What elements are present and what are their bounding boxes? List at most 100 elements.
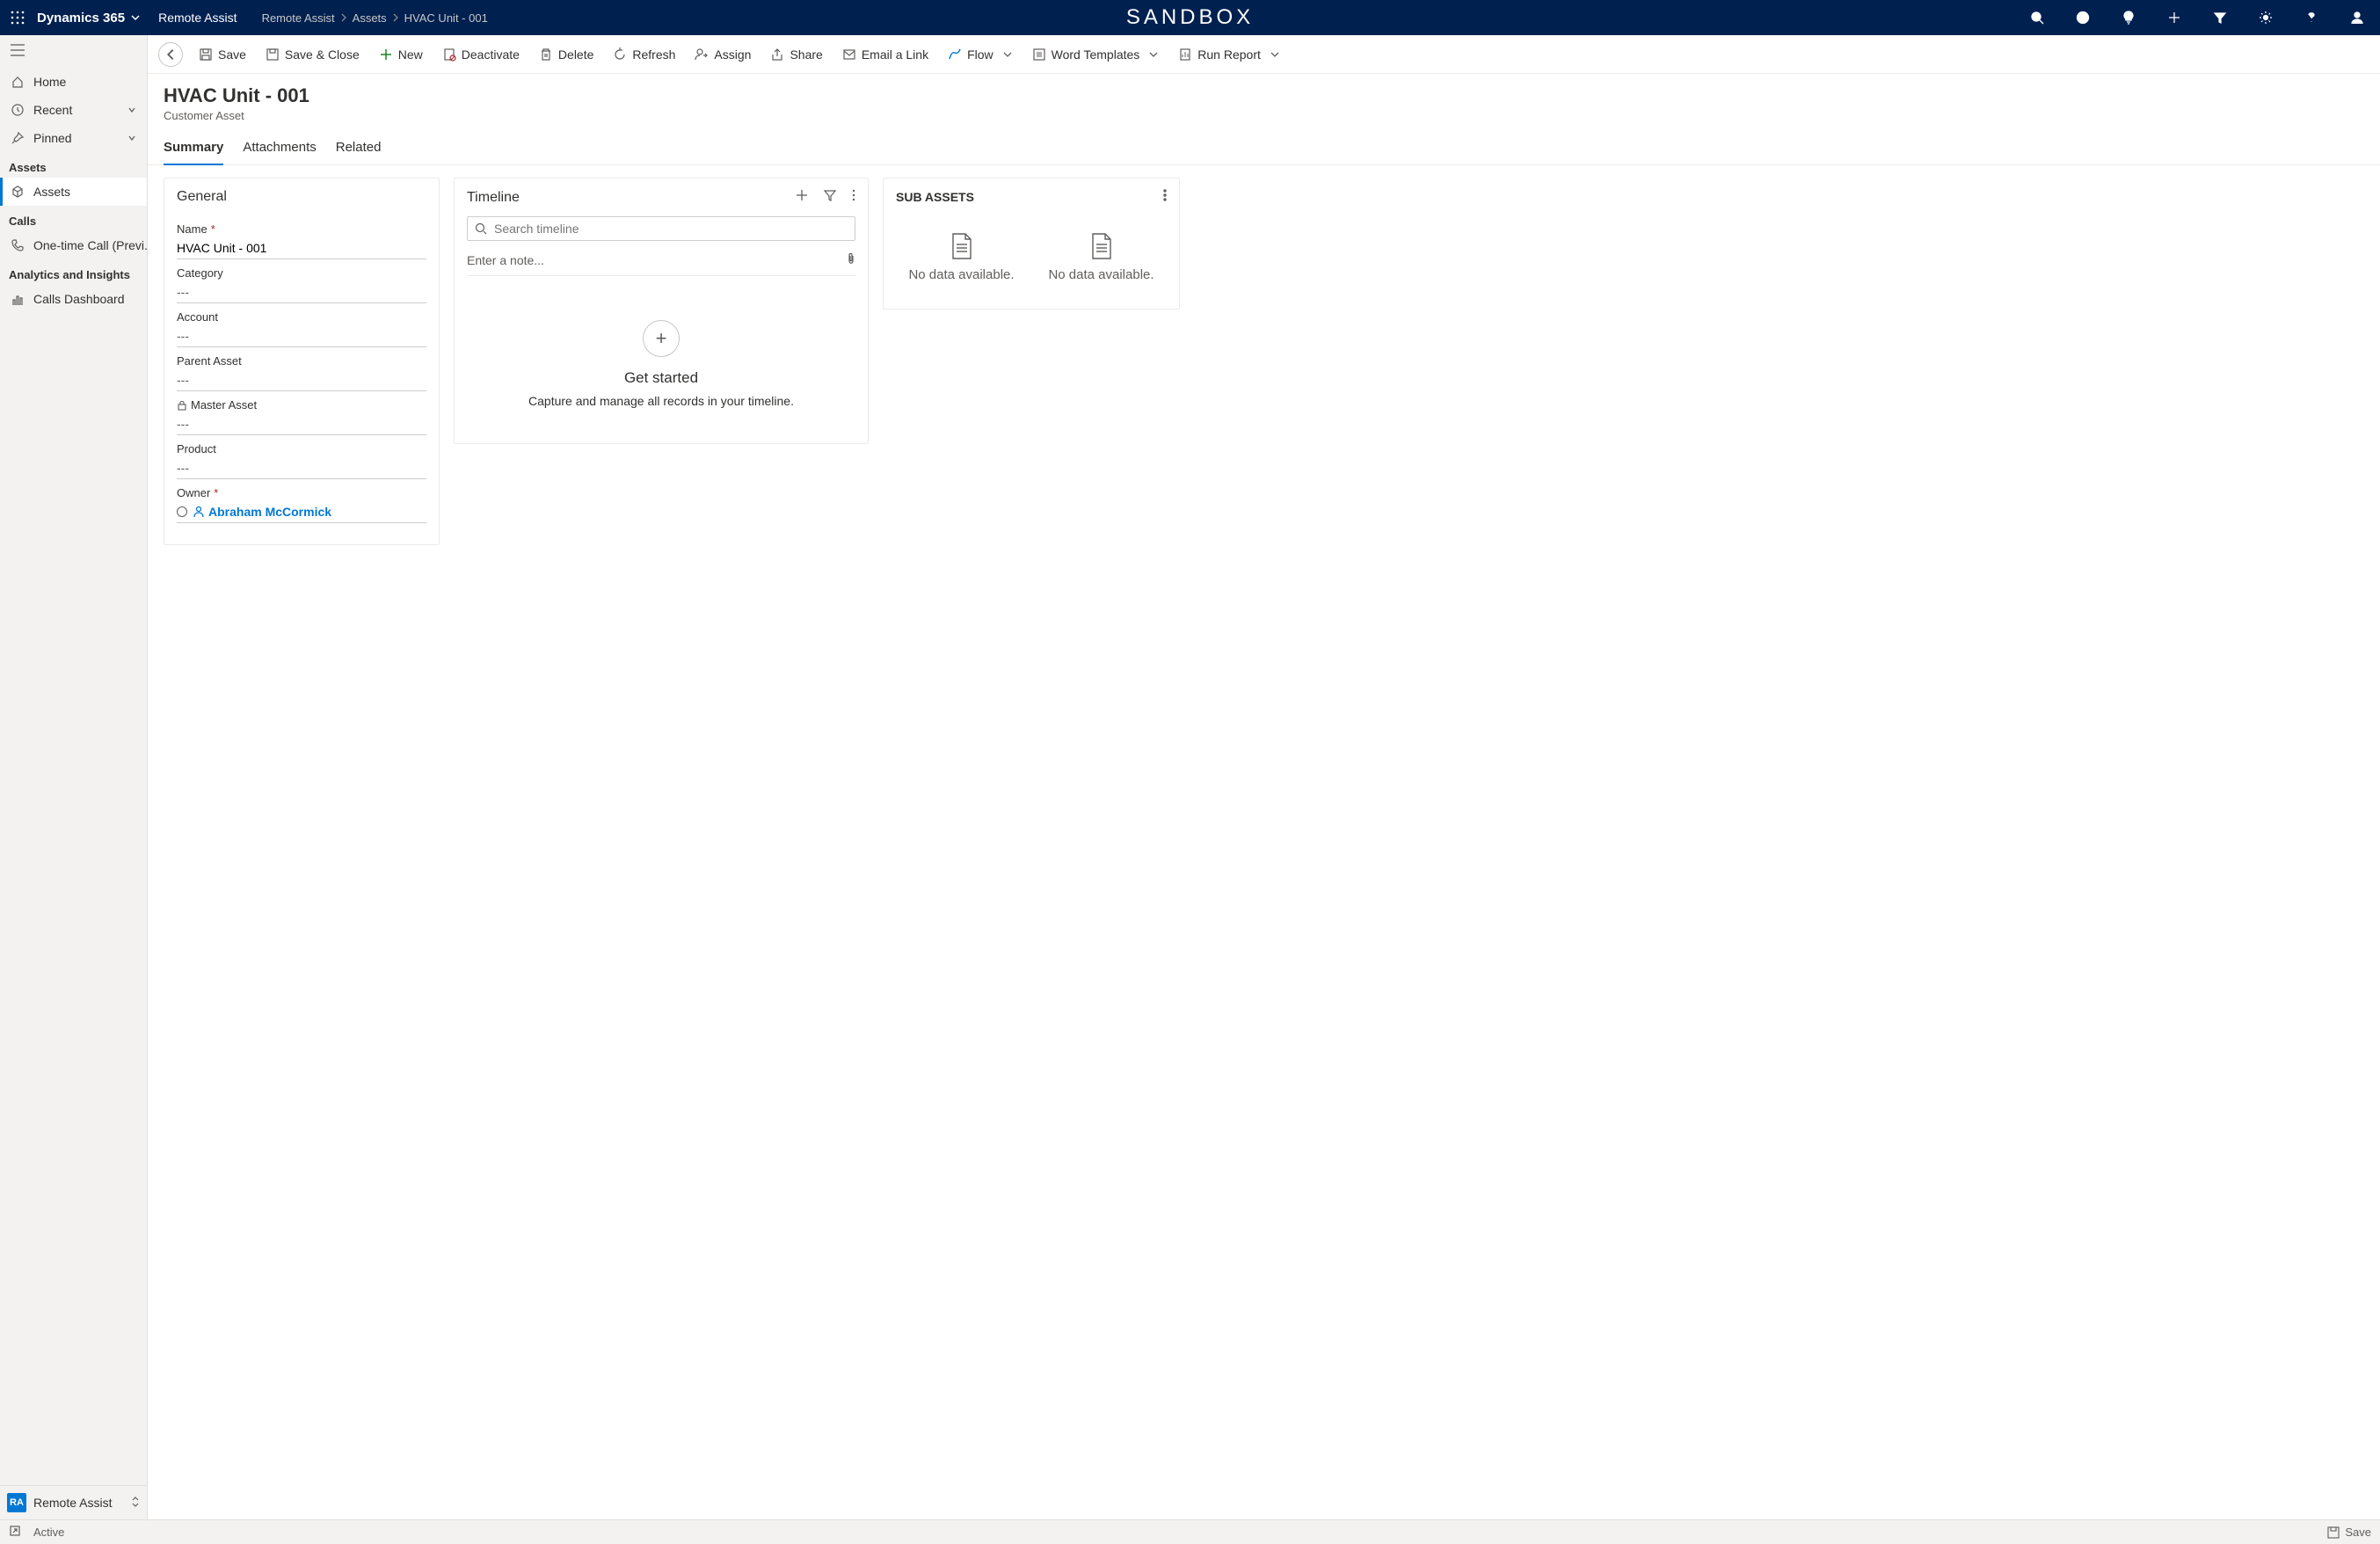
hamburger-icon[interactable] — [0, 35, 147, 68]
tab-related[interactable]: Related — [336, 135, 382, 164]
section-title: Timeline — [467, 190, 520, 206]
field-master-asset: Master Asset --- — [177, 398, 426, 435]
sidebar-item-recent[interactable]: Recent — [0, 96, 147, 124]
sidebar-item-onetime-call[interactable]: One-time Call (Previ... — [0, 231, 147, 259]
save-close-button[interactable]: Save & Close — [257, 42, 368, 67]
section-title: General — [164, 178, 439, 215]
gear-icon[interactable] — [2250, 2, 2282, 33]
sidebar-item-label: One-time Call (Previ... — [33, 238, 147, 252]
sidebar-app-switcher[interactable]: RA Remote Assist — [0, 1485, 147, 1519]
flow-icon — [948, 47, 962, 62]
timeline-search-input[interactable] — [494, 222, 848, 236]
search-icon[interactable] — [2021, 2, 2053, 33]
sidebar-item-home[interactable]: Home — [0, 68, 147, 96]
field-value[interactable]: --- — [177, 280, 426, 303]
timeline-note-entry[interactable]: Enter a note... — [467, 250, 855, 276]
run-report-button[interactable]: Run Report — [1169, 42, 1289, 67]
breadcrumb-seg-2[interactable]: HVAC Unit - 001 — [404, 11, 488, 25]
tab-summary[interactable]: Summary — [164, 135, 223, 165]
cmd-label: Refresh — [632, 47, 675, 62]
timeline-add-icon[interactable] — [796, 189, 808, 206]
app-badge: RA — [7, 1493, 26, 1512]
general-section: General Name* Category --- Account --- — [164, 178, 440, 545]
assign-button[interactable]: Assign — [686, 42, 760, 67]
share-icon — [770, 47, 784, 62]
cmd-label: Save — [218, 47, 246, 62]
tab-attachments[interactable]: Attachments — [243, 135, 316, 164]
clock-icon — [11, 103, 25, 117]
new-button[interactable]: New — [370, 42, 432, 67]
cmd-label: Share — [790, 47, 822, 62]
owner-lookup-value[interactable]: Abraham McCormick — [193, 505, 331, 519]
cmd-label: New — [398, 47, 423, 62]
document-icon — [950, 232, 974, 260]
breadcrumb-seg-0[interactable]: Remote Assist — [262, 11, 335, 25]
trash-icon — [539, 47, 553, 62]
timeline-empty-add-icon[interactable]: + — [643, 320, 680, 357]
cmd-label: Delete — [558, 47, 593, 62]
app-launcher-icon[interactable] — [7, 7, 28, 28]
chevron-right-icon — [392, 11, 399, 25]
field-category[interactable]: Category --- — [177, 266, 426, 303]
name-input[interactable] — [177, 241, 426, 255]
popout-icon[interactable] — [9, 1525, 21, 1540]
statusbar-save-button[interactable]: Save — [2327, 1526, 2371, 1539]
timeline-filter-icon[interactable] — [824, 189, 836, 206]
delete-button[interactable]: Delete — [530, 42, 602, 67]
field-value[interactable]: --- — [177, 324, 426, 347]
plus-icon[interactable] — [2158, 2, 2190, 33]
pin-icon — [11, 131, 25, 145]
plus-icon — [379, 47, 393, 62]
sidebar-item-calls-dashboard[interactable]: Calls Dashboard — [0, 285, 147, 313]
subassets-more-icon[interactable] — [1163, 189, 1167, 204]
record-header: HVAC Unit - 001 Customer Asset — [148, 74, 2380, 126]
person-icon — [193, 506, 205, 518]
environment-label: SANDBOX — [1126, 5, 1254, 30]
subassets-section: SUB ASSETS No data available. No data av… — [883, 178, 1180, 310]
lightbulb-icon[interactable] — [2113, 2, 2144, 33]
flow-button[interactable]: Flow — [939, 42, 1022, 67]
save-icon — [199, 47, 213, 62]
deactivate-button[interactable]: Deactivate — [433, 42, 528, 67]
note-placeholder: Enter a note... — [467, 253, 544, 267]
save-close-icon — [266, 47, 280, 62]
brand-chevron-icon[interactable] — [130, 12, 141, 23]
sidebar-item-label: Home — [33, 75, 66, 89]
field-value[interactable]: --- — [177, 368, 426, 391]
task-icon[interactable] — [2067, 2, 2099, 33]
chevron-right-icon — [340, 11, 347, 25]
back-button[interactable] — [158, 42, 183, 67]
timeline-search[interactable] — [467, 216, 855, 241]
word-templates-button[interactable]: Word Templates — [1023, 42, 1168, 67]
user-icon[interactable] — [2341, 2, 2373, 33]
breadcrumb-seg-1[interactable]: Assets — [353, 11, 387, 25]
share-button[interactable]: Share — [761, 42, 831, 67]
field-product[interactable]: Product --- — [177, 442, 426, 479]
sidebar-item-label: Calls Dashboard — [33, 292, 125, 306]
filter-icon[interactable] — [2204, 2, 2236, 33]
help-icon[interactable] — [2296, 2, 2327, 33]
chevron-down-icon[interactable] — [127, 103, 136, 117]
field-name[interactable]: Name* — [177, 222, 426, 259]
mail-icon — [842, 47, 856, 62]
page-title: HVAC Unit - 001 — [164, 84, 2364, 107]
timeline-more-icon[interactable] — [852, 189, 855, 206]
field-owner[interactable]: Owner* Abraham McCormick — [177, 486, 426, 523]
sidebar-item-assets[interactable]: Assets — [0, 178, 147, 206]
refresh-button[interactable]: Refresh — [604, 42, 684, 67]
chevron-down-icon[interactable] — [127, 131, 136, 145]
save-button[interactable]: Save — [190, 42, 255, 67]
home-icon — [11, 75, 25, 89]
timeline-empty-title: Get started — [467, 369, 855, 387]
timeline-empty-subtitle: Capture and manage all records in your t… — [467, 394, 855, 408]
sidebar-item-pinned[interactable]: Pinned — [0, 124, 147, 152]
field-value: --- — [177, 411, 426, 435]
attach-icon[interactable] — [843, 251, 855, 268]
field-label: Name — [177, 222, 207, 236]
field-value[interactable]: --- — [177, 455, 426, 479]
brand-label[interactable]: Dynamics 365 — [37, 11, 125, 25]
email-link-button[interactable]: Email a Link — [833, 42, 937, 67]
field-account[interactable]: Account --- — [177, 310, 426, 347]
app-name[interactable]: Remote Assist — [158, 11, 237, 25]
field-parent-asset[interactable]: Parent Asset --- — [177, 354, 426, 391]
